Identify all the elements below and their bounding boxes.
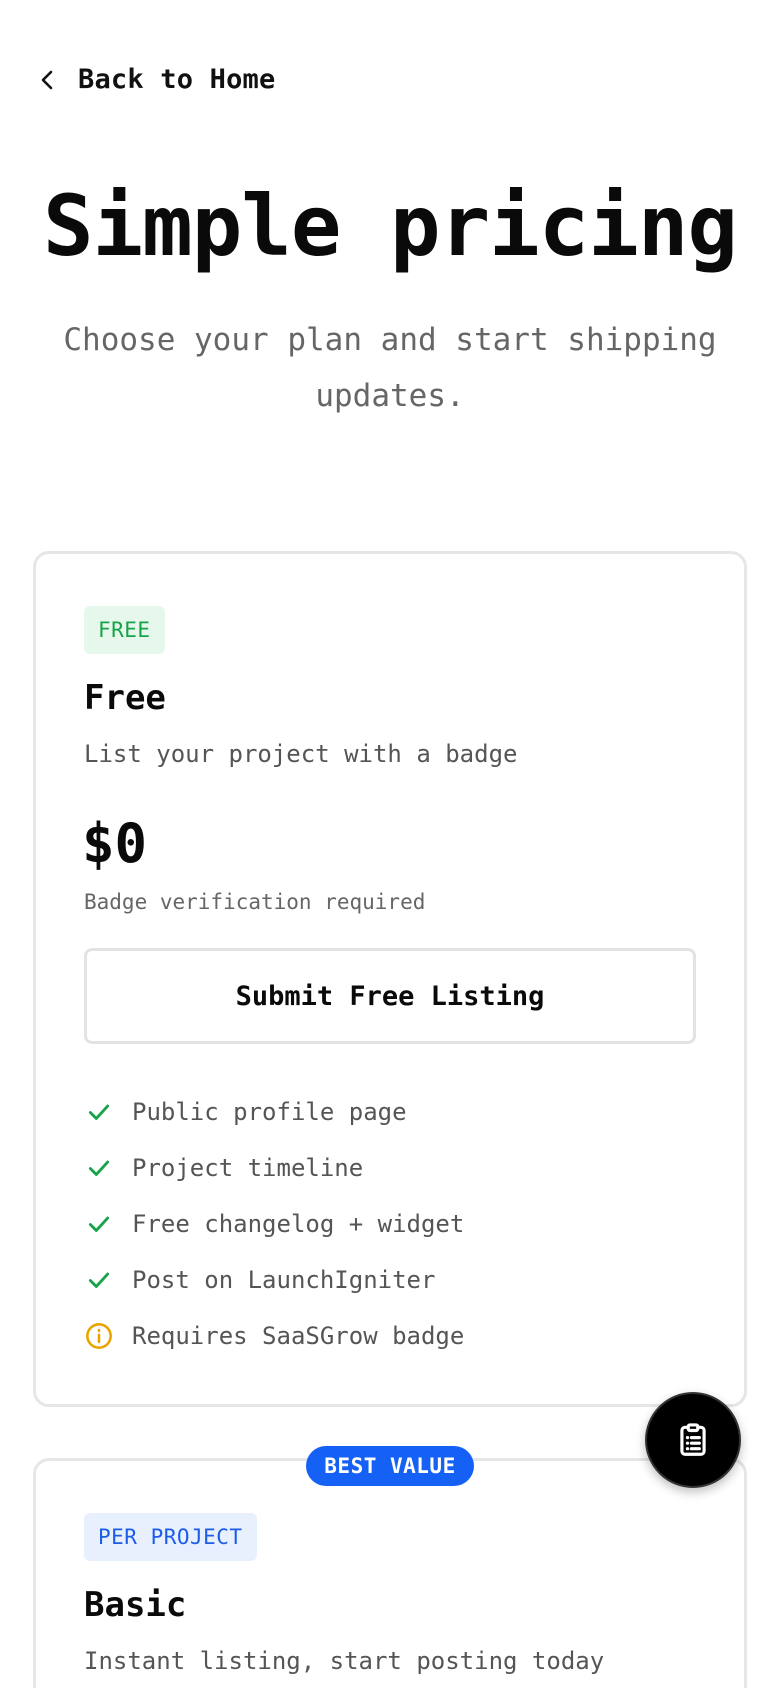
plan-tag-free: FREE [84, 606, 165, 654]
feature-item: Post on LaunchIgniter [84, 1252, 696, 1308]
feature-text: Post on LaunchIgniter [132, 1266, 436, 1294]
feature-item: Free changelog + widget [84, 1196, 696, 1252]
plan-tag-per-project: PER PROJECT [84, 1513, 257, 1561]
plan-card-free: FREE Free List your project with a badge… [33, 551, 747, 1407]
check-icon [84, 1209, 114, 1239]
submit-free-listing-button[interactable]: Submit Free Listing [84, 948, 696, 1044]
feature-text: Free changelog + widget [132, 1210, 465, 1238]
check-icon [84, 1265, 114, 1295]
best-value-badge: BEST VALUE [306, 1446, 474, 1486]
plan-card-basic: PER PROJECT Basic Instant listing, start… [33, 1458, 747, 1688]
feature-list: Public profile page Project timeline Fre… [84, 1084, 696, 1364]
back-to-home-link[interactable]: Back to Home [36, 64, 275, 95]
feature-item: Project timeline [84, 1140, 696, 1196]
info-icon [84, 1321, 114, 1351]
plan-name: Basic [84, 1585, 187, 1625]
check-icon [84, 1097, 114, 1127]
feature-item: Requires SaaSGrow badge [84, 1308, 696, 1364]
clipboard-icon [680, 1423, 706, 1456]
clipboard-fab-button[interactable] [645, 1392, 741, 1488]
plan-name: Free [84, 678, 166, 718]
plan-description: List your project with a badge [84, 740, 518, 768]
plan-description: Instant listing, start posting today [84, 1647, 605, 1675]
page-subtitle: Choose your plan and start shipping upda… [63, 322, 717, 414]
page-title: Simple pricing [42, 177, 738, 275]
back-link-label: Back to Home [78, 64, 276, 95]
feature-item: Public profile page [84, 1084, 696, 1140]
plan-price: $0 [82, 812, 148, 875]
feature-text: Requires SaaSGrow badge [132, 1322, 465, 1350]
chevron-left-icon [41, 70, 53, 89]
feature-text: Project timeline [132, 1154, 364, 1182]
check-icon [84, 1153, 114, 1183]
plan-price-note: Badge verification required [84, 890, 426, 914]
feature-text: Public profile page [132, 1098, 407, 1126]
